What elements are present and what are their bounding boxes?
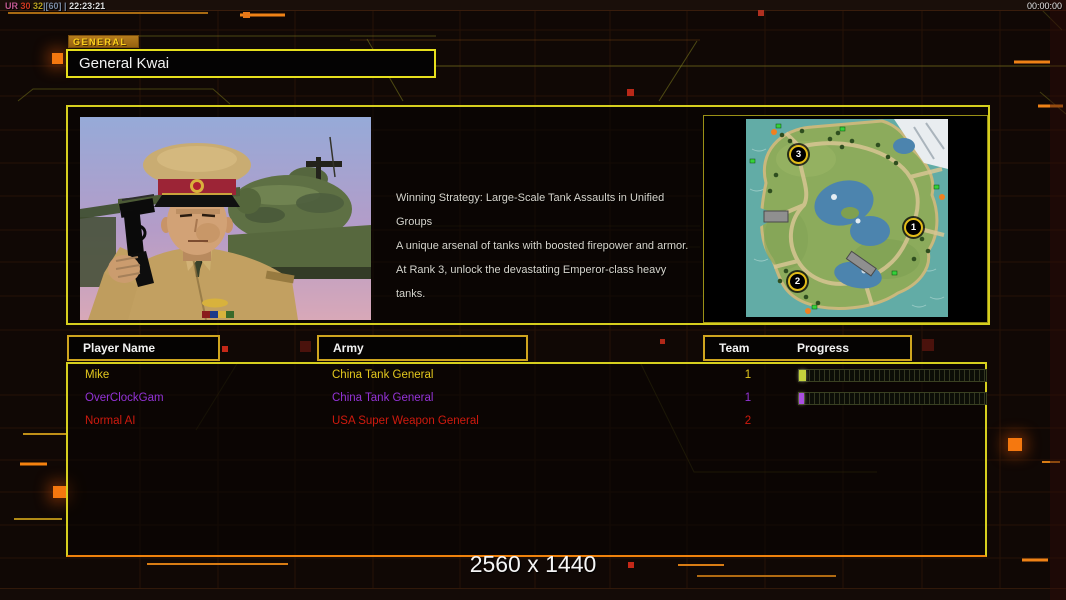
progress-fill	[799, 393, 804, 404]
decor-square	[660, 339, 665, 344]
progress-bar	[798, 392, 987, 405]
map-marker: 1	[904, 218, 923, 237]
player-name: OverClockGam	[85, 392, 164, 404]
briefing-line: A unique arsenal of tanks with boosted f…	[396, 240, 689, 252]
decor-square	[300, 341, 311, 352]
loading-screen: UR 30 32|[60] | 22:23:21 00:00:00 GENERA…	[0, 0, 1066, 600]
resolution-label: 2560 x 1440	[469, 551, 597, 577]
player-list-panel: Mike China Tank General 1 OverClockGam C…	[66, 362, 987, 557]
decor-square	[758, 10, 764, 16]
player-name: Mike	[85, 369, 110, 381]
decor-square	[52, 53, 63, 64]
general-name-box: General Kwai	[66, 49, 436, 78]
decor-square	[243, 12, 250, 18]
general-tab-label: GENERAL	[68, 35, 139, 48]
player-row: Normal AI USA Super Weapon General 2	[68, 412, 985, 434]
strategy-briefing: Winning Strategy: Large-Scale Tank Assau…	[396, 186, 696, 306]
header-army: Army	[317, 335, 528, 361]
progress-bar	[798, 369, 987, 382]
decor-square	[627, 89, 634, 96]
debug-segment: 22:23:21	[69, 1, 106, 11]
briefing-line: At Rank 3, unlock the devastating Empero…	[396, 264, 667, 300]
debug-segment: |[60] |	[43, 1, 70, 11]
player-row: OverClockGam China Tank General 1	[68, 389, 987, 411]
debug-overlay: UR 30 32|[60] | 22:23:21	[5, 1, 105, 11]
decor-square	[1008, 438, 1022, 451]
player-team: 1	[744, 392, 752, 404]
map-preview-image: 3 1 2	[746, 119, 948, 317]
match-timer: 00:00:00	[1026, 1, 1062, 11]
decor-square	[922, 339, 934, 351]
briefing-line: Winning Strategy: Large-Scale Tank Assau…	[396, 192, 665, 228]
header-team: Team	[719, 341, 750, 355]
progress-fill	[799, 370, 807, 381]
player-army: China Tank General	[332, 369, 434, 381]
general-portrait	[80, 117, 371, 321]
map-marker: 3	[789, 145, 808, 164]
header-player-name: Player Name	[67, 335, 220, 361]
map-marker: 2	[788, 272, 807, 291]
player-army: USA Super Weapon General	[332, 415, 479, 427]
map-preview-frame: 3 1 2	[703, 115, 988, 323]
decor-square	[53, 486, 66, 498]
player-team: 1	[744, 369, 752, 381]
header-progress: Progress	[797, 341, 850, 355]
top-status-strip	[0, 0, 1066, 11]
debug-segment: 32	[33, 1, 44, 11]
right-edge-shade	[1050, 0, 1066, 600]
decor-square	[222, 346, 228, 352]
player-army: China Tank General	[332, 392, 434, 404]
debug-segment: 30	[20, 1, 34, 11]
player-team: 2	[744, 415, 752, 427]
player-name: Normal AI	[85, 415, 136, 427]
header-team-progress: Team Progress	[703, 335, 912, 361]
player-row: Mike China Tank General 1	[68, 366, 987, 388]
bottom-strip	[0, 588, 1066, 600]
debug-segment: UR	[5, 1, 21, 11]
